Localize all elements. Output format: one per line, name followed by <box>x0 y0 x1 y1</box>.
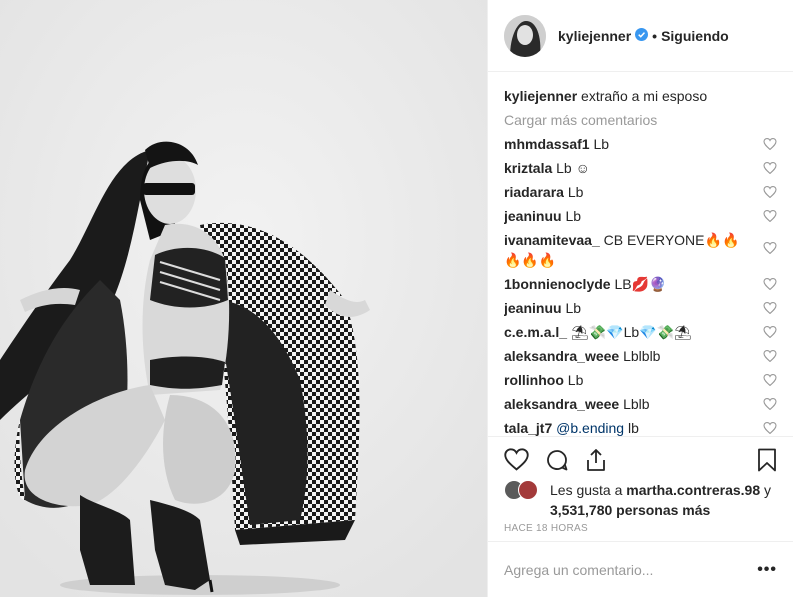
share-icon[interactable] <box>585 448 607 472</box>
like-heart-icon[interactable] <box>504 448 529 471</box>
comment-text: Lb <box>567 372 584 388</box>
following-button[interactable]: Siguiendo <box>661 28 729 44</box>
post-header: kyliejenner • Siguiendo <box>488 0 793 72</box>
bookmark-icon[interactable] <box>757 448 777 472</box>
comment-text: ⛱💸💎Lb💎💸⛱ <box>570 324 692 340</box>
comment-text: Lb <box>593 136 610 152</box>
heart-icon[interactable] <box>763 210 777 222</box>
avatar[interactable] <box>504 14 546 57</box>
comment-username[interactable]: rollinhoo <box>504 372 564 388</box>
comment-username[interactable]: aleksandra_weee <box>504 396 619 412</box>
comment-username[interactable]: c.e.m.a.l_ <box>504 324 567 340</box>
comment-row: ivanamitevaa_ CB EVERYONE🔥🔥🔥🔥🔥 <box>504 230 777 274</box>
heart-icon[interactable] <box>763 278 777 290</box>
load-more-comments-button[interactable]: Cargar más comentarios <box>504 110 777 130</box>
more-options-icon[interactable]: ••• <box>757 561 777 579</box>
heart-icon[interactable] <box>763 186 777 198</box>
heart-icon[interactable] <box>763 242 777 254</box>
comment-row: aleksandra_weee Lblblb <box>504 346 777 370</box>
comment-username[interactable]: kriztala <box>504 160 552 176</box>
comment-text: Lb ☺ <box>556 160 590 176</box>
verified-badge-icon <box>635 27 649 44</box>
post-side-panel: kyliejenner • Siguiendo kyliejenner extr… <box>487 0 793 597</box>
post-photo[interactable] <box>0 0 487 597</box>
comment-row: kriztala Lb ☺ <box>504 158 777 182</box>
likes-text: Les gusta a martha.contreras.98 y 3,531,… <box>550 480 777 520</box>
heart-icon[interactable] <box>763 162 777 174</box>
comment-username[interactable]: jeaninuu <box>504 300 562 316</box>
post-photo-illustration <box>0 0 487 597</box>
post-username[interactable]: kyliejenner <box>558 28 631 44</box>
comment-username[interactable]: tala_jt7 <box>504 420 552 436</box>
separator-dot: • <box>652 27 658 44</box>
comment-text: Lblblb <box>623 348 661 364</box>
comment-text: Lb <box>565 300 582 316</box>
comment-username[interactable]: jeaninuu <box>504 208 562 224</box>
likes-count[interactable]: 3,531,780 personas más <box>550 502 710 518</box>
likes-prefix: Les gusta a <box>550 482 623 498</box>
caption-username[interactable]: kyliejenner <box>504 88 577 104</box>
comments-list[interactable]: kyliejenner extraño a mi esposo Cargar m… <box>504 86 777 436</box>
comment-row: jeaninuu Lb <box>504 206 777 230</box>
comment-row: riadarara Lb <box>504 182 777 206</box>
heart-icon[interactable] <box>763 350 777 362</box>
heart-icon[interactable] <box>763 326 777 338</box>
likes-summary: Les gusta a martha.contreras.98 y 3,531,… <box>504 480 777 520</box>
comment-username[interactable]: mhmdassaf1 <box>504 136 590 152</box>
post-timestamp[interactable]: HACE 18 HORAS <box>504 523 588 534</box>
comment-row: mhmdassaf1 Lb <box>504 134 777 158</box>
comment-text: Lb <box>565 208 582 224</box>
comment-mention[interactable]: @b.ending <box>556 420 624 436</box>
heart-icon[interactable] <box>763 302 777 314</box>
comment-username[interactable]: riadarara <box>504 184 564 200</box>
comment-text: lb <box>627 420 639 436</box>
comment-text: LB💋🔮 <box>614 276 667 292</box>
comment-row: aleksandra_weee Lblb <box>504 394 777 418</box>
comment-username[interactable]: 1bonnienoclyde <box>504 276 611 292</box>
comment-row: c.e.m.a.l_ ⛱💸💎Lb💎💸⛱ <box>504 322 777 346</box>
heart-icon[interactable] <box>763 374 777 386</box>
comment-row: tala_jt7 @b.ending lb <box>504 418 777 436</box>
comment-row: 1bonnienoclyde LB💋🔮 <box>504 274 777 298</box>
avatar <box>518 480 538 500</box>
comment-text: Lb <box>567 184 584 200</box>
likes-joiner: y <box>764 482 772 498</box>
comment-row: rollinhoo Lb <box>504 370 777 394</box>
comment-bubble-icon[interactable] <box>545 448 569 472</box>
likers-avatars[interactable] <box>504 480 544 502</box>
heart-icon[interactable] <box>763 422 777 434</box>
post-actions-bar <box>488 436 793 482</box>
comment-input[interactable] <box>504 561 758 578</box>
comment-username[interactable]: ivanamitevaa_ <box>504 232 600 248</box>
comment-row: jeaninuu Lb <box>504 298 777 322</box>
comment-text: Lblb <box>623 396 650 412</box>
likes-user[interactable]: martha.contreras.98 <box>626 482 760 498</box>
post-caption: kyliejenner extraño a mi esposo <box>504 86 777 106</box>
comment-username[interactable]: aleksandra_weee <box>504 348 619 364</box>
heart-icon[interactable] <box>763 138 777 150</box>
add-comment-bar: ••• <box>488 541 793 597</box>
caption-text: extraño a mi esposo <box>581 88 708 104</box>
heart-icon[interactable] <box>763 398 777 410</box>
